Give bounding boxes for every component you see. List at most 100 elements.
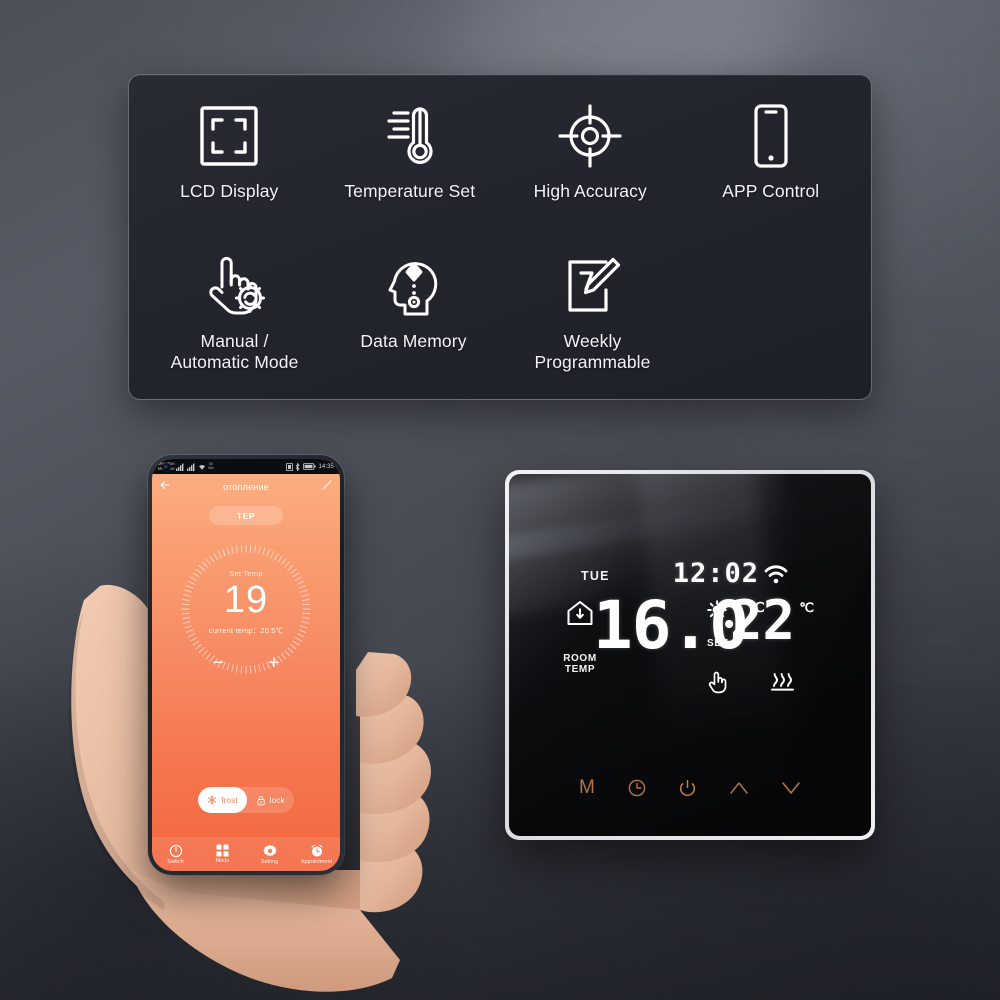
lcd-main-row: ROOM TEMP 16.0 ℃ 22 ℃ SET bbox=[557, 589, 817, 706]
signal-bars-icon-1 bbox=[176, 463, 184, 471]
feature-high-accuracy: High Accuracy bbox=[500, 97, 681, 247]
tep-button[interactable]: TEP bbox=[209, 506, 283, 525]
lcd-set-temp-value: 22 bbox=[729, 589, 795, 652]
calendar-pencil-icon bbox=[562, 247, 624, 325]
sim-icon bbox=[285, 462, 293, 471]
feature-label: High Accuracy bbox=[533, 181, 647, 201]
feature-label: Temperature Set bbox=[344, 181, 476, 201]
head-memory-icon bbox=[385, 247, 443, 325]
snowflake-icon bbox=[208, 795, 217, 805]
power-button[interactable] bbox=[678, 779, 697, 798]
lcd-set-temp-row: 22 ℃ SET bbox=[707, 589, 815, 666]
smartphone-device: МегаФон МегаФон 92 B/s bbox=[148, 455, 344, 875]
feature-label: LCD Display bbox=[180, 181, 279, 201]
mode-toggle-row: frost lock bbox=[152, 787, 340, 813]
bluetooth-icon bbox=[296, 462, 301, 471]
feature-lcd-display: LCD Display bbox=[139, 97, 320, 247]
feature-label: Data Memory bbox=[360, 331, 467, 351]
temp-up-button[interactable] bbox=[729, 780, 749, 796]
mode-m-button[interactable]: M bbox=[579, 777, 596, 799]
alarm-clock-icon bbox=[311, 844, 322, 857]
network-speed: 92 B/s bbox=[208, 462, 214, 471]
network-speed-unit: B/s bbox=[208, 465, 214, 470]
nav-item-switch[interactable]: Switch bbox=[152, 844, 199, 865]
lcd-display-icon bbox=[198, 97, 260, 175]
front-camera-punch-hole bbox=[162, 462, 171, 472]
wifi-icon bbox=[764, 565, 788, 584]
clock-button[interactable] bbox=[628, 779, 646, 797]
current-temp-label: current temp： bbox=[208, 626, 261, 635]
lock-mode-button[interactable]: lock bbox=[247, 787, 294, 813]
feature-row-bottom: Manual / Automatic Mode Data Memory Week… bbox=[139, 247, 861, 393]
app-header-bar: отопление bbox=[152, 474, 340, 500]
set-temp-label: Set Temp bbox=[229, 569, 263, 578]
nav-item-setting[interactable]: Setting bbox=[246, 844, 293, 865]
back-button[interactable] bbox=[159, 478, 171, 496]
clock-icon bbox=[628, 779, 646, 797]
lcd-weekday: TUE bbox=[581, 569, 610, 583]
feature-manual-automatic-mode: Manual / Automatic Mode bbox=[145, 247, 324, 393]
lcd-set-label: SET bbox=[707, 638, 729, 649]
status-bar-right: 14:35 bbox=[285, 462, 334, 471]
hand-touch-icon bbox=[707, 670, 729, 699]
power-icon bbox=[169, 844, 182, 857]
battery-icon bbox=[302, 463, 316, 470]
status-bar-clock: 14:35 bbox=[318, 463, 334, 470]
feature-label: Weekly Programmable bbox=[534, 331, 651, 373]
feature-label: Manual / Automatic Mode bbox=[170, 331, 299, 373]
thermostat-glass-face: TUE 12:02 ROOM TEMP 16.0 ℃ 22 ℃ SET M bbox=[509, 474, 871, 836]
lcd-set-temp-unit: ℃ bbox=[799, 600, 814, 615]
feature-row-top: LCD Display Temperature Set High Accurac… bbox=[139, 97, 861, 247]
wifi-icon bbox=[199, 464, 206, 470]
thermostat-touch-buttons: M bbox=[509, 768, 871, 808]
power-icon bbox=[679, 779, 695, 796]
phone-screen: МегаФон МегаФон 92 B/s bbox=[152, 459, 340, 871]
lcd-status-icons bbox=[707, 670, 801, 696]
feature-label: APP Control bbox=[722, 181, 820, 201]
temp-decrease-button[interactable]: − bbox=[212, 653, 224, 673]
lcd-screen: TUE 12:02 ROOM TEMP 16.0 ℃ 22 ℃ SET bbox=[557, 560, 817, 732]
temperature-dial[interactable]: Set Temp 19 current temp：20.5℃ − + bbox=[152, 543, 340, 675]
thermometer-icon bbox=[380, 97, 440, 175]
current-temp-value: 20.5℃ bbox=[260, 626, 284, 635]
app-bottom-nav: Switch Mode Setting Appointment bbox=[152, 837, 340, 871]
temp-stepper: − + bbox=[152, 653, 340, 673]
frost-mode-button[interactable]: frost bbox=[198, 787, 247, 813]
temp-increase-button[interactable]: + bbox=[268, 653, 280, 673]
frost-mode-label: frost bbox=[221, 795, 238, 805]
house-temp-icon bbox=[567, 601, 593, 625]
grid-squares-icon bbox=[216, 844, 229, 857]
sun-auto-icon bbox=[707, 600, 727, 625]
nav-label: Switch bbox=[167, 858, 184, 865]
nav-item-appointment[interactable]: Appointment bbox=[293, 844, 340, 865]
feature-panel: LCD Display Temperature Set High Accurac… bbox=[128, 74, 872, 400]
arrow-left-icon bbox=[160, 481, 170, 489]
smartphone-icon bbox=[751, 97, 791, 175]
lcd-set-temp-column: 22 ℃ SET bbox=[707, 589, 815, 706]
nav-label: Mode bbox=[215, 858, 230, 864]
feature-temperature-set: Temperature Set bbox=[320, 97, 501, 247]
pencil-edit-icon bbox=[322, 480, 332, 490]
app-title: отопление bbox=[223, 482, 269, 492]
nav-item-mode[interactable]: Mode bbox=[199, 844, 246, 864]
padlock-icon bbox=[257, 795, 265, 805]
thermostat-device: TUE 12:02 ROOM TEMP 16.0 ℃ 22 ℃ SET M bbox=[505, 470, 875, 840]
mode-toggle-group: frost lock bbox=[198, 787, 294, 813]
edit-button[interactable] bbox=[321, 478, 333, 496]
chevron-up-icon bbox=[730, 782, 748, 794]
crosshair-target-icon bbox=[558, 97, 622, 175]
nav-label: Setting bbox=[260, 858, 279, 865]
feature-app-control: APP Control bbox=[681, 97, 862, 247]
hand-gear-icon bbox=[200, 247, 270, 325]
feature-weekly-programmable: Weekly Programmable bbox=[503, 247, 682, 393]
chevron-down-icon bbox=[782, 782, 800, 794]
phone-status-bar: МегаФон МегаФон 92 B/s bbox=[152, 459, 340, 474]
nav-label: Appointment bbox=[300, 858, 333, 865]
temp-down-button[interactable] bbox=[781, 780, 801, 796]
lcd-clock-group: 12:02 bbox=[673, 560, 789, 588]
signal-bars-icon-2 bbox=[187, 463, 195, 471]
set-temp-value: 19 bbox=[223, 579, 269, 621]
lock-mode-label: lock bbox=[269, 795, 285, 805]
heating-waves-icon bbox=[769, 672, 795, 697]
lcd-clock-value: 12:02 bbox=[672, 558, 759, 589]
